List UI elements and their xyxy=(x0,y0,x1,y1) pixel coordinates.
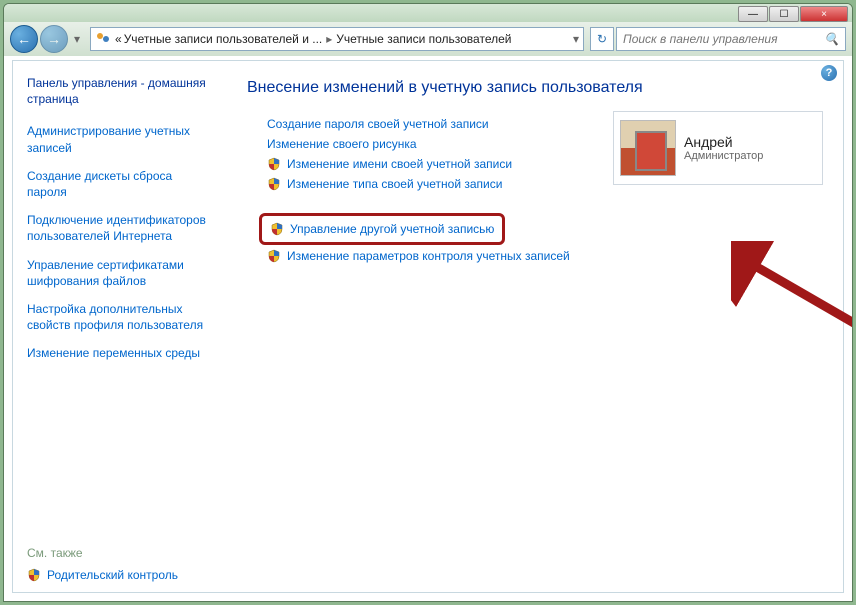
action-manage-another-account[interactable]: Управление другой учетной записью xyxy=(259,213,505,245)
see-also-label: См. также xyxy=(27,546,213,560)
control-panel-home-link[interactable]: Панель управления - домашняя страница xyxy=(27,75,213,107)
sidebar-link-password-reset-disk[interactable]: Создание дискеты сброса пароля xyxy=(27,168,213,200)
sidebar-link-advanced-profile[interactable]: Настройка дополнительных свойств профиля… xyxy=(27,301,213,333)
sidebar: Панель управления - домашняя страница Ад… xyxy=(13,61,223,592)
shield-icon xyxy=(27,568,41,582)
breadcrumb-level-1[interactable]: Учетные записи пользователей и ... xyxy=(124,32,323,46)
action-change-uac[interactable]: Изменение параметров контроля учетных за… xyxy=(267,249,819,263)
back-button[interactable]: ← xyxy=(10,25,38,53)
breadcrumb-chevron: « xyxy=(115,32,122,46)
close-button[interactable]: × xyxy=(800,6,848,22)
address-bar[interactable]: « Учетные записи пользователей и ... ▸ У… xyxy=(90,27,584,51)
search-icon: 🔍 xyxy=(824,32,839,46)
shield-icon xyxy=(267,177,281,191)
content-pane: ? Панель управления - домашняя страница … xyxy=(12,60,844,593)
sidebar-link-encryption-certs[interactable]: Управление сертификатами шифрования файл… xyxy=(27,257,213,289)
search-box[interactable]: 🔍 xyxy=(616,27,846,51)
annotation-arrow xyxy=(731,241,853,461)
control-panel-window: — ☐ × ← → ▾ « Учетные записи пользовател… xyxy=(3,3,853,602)
user-name: Андрей xyxy=(684,134,763,150)
current-user-card: Андрей Администратор xyxy=(613,111,823,185)
parental-controls-link[interactable]: Родительский контроль xyxy=(27,568,213,582)
minimize-button[interactable]: — xyxy=(738,6,768,22)
user-accounts-icon xyxy=(95,31,111,47)
main-pane: Внесение изменений в учетную запись поль… xyxy=(223,61,843,592)
search-input[interactable] xyxy=(623,32,824,46)
titlebar[interactable]: — ☐ × xyxy=(4,4,852,22)
sidebar-link-admin-accounts[interactable]: Администрирование учетных записей xyxy=(27,123,213,155)
forward-button[interactable]: → xyxy=(40,25,68,53)
sidebar-link-env-vars[interactable]: Изменение переменных среды xyxy=(27,345,213,361)
parental-controls-label: Родительский контроль xyxy=(47,568,178,582)
shield-icon xyxy=(270,222,284,236)
user-role: Администратор xyxy=(684,150,763,162)
maximize-button[interactable]: ☐ xyxy=(769,6,799,22)
sidebar-link-online-ids[interactable]: Подключение идентификаторов пользователе… xyxy=(27,212,213,244)
shield-icon xyxy=(267,249,281,263)
breadcrumb-separator: ▸ xyxy=(326,32,332,46)
address-dropdown-icon[interactable]: ▾ xyxy=(573,32,579,46)
shield-icon xyxy=(267,157,281,171)
user-avatar xyxy=(620,120,676,176)
page-title: Внесение изменений в учетную запись поль… xyxy=(247,79,819,97)
nav-history-dropdown[interactable]: ▾ xyxy=(70,25,84,53)
refresh-button[interactable]: ↻ xyxy=(590,27,614,51)
breadcrumb-level-2[interactable]: Учетные записи пользователей xyxy=(336,32,511,46)
navigation-row: ← → ▾ « Учетные записи пользователей и .… xyxy=(4,22,852,56)
